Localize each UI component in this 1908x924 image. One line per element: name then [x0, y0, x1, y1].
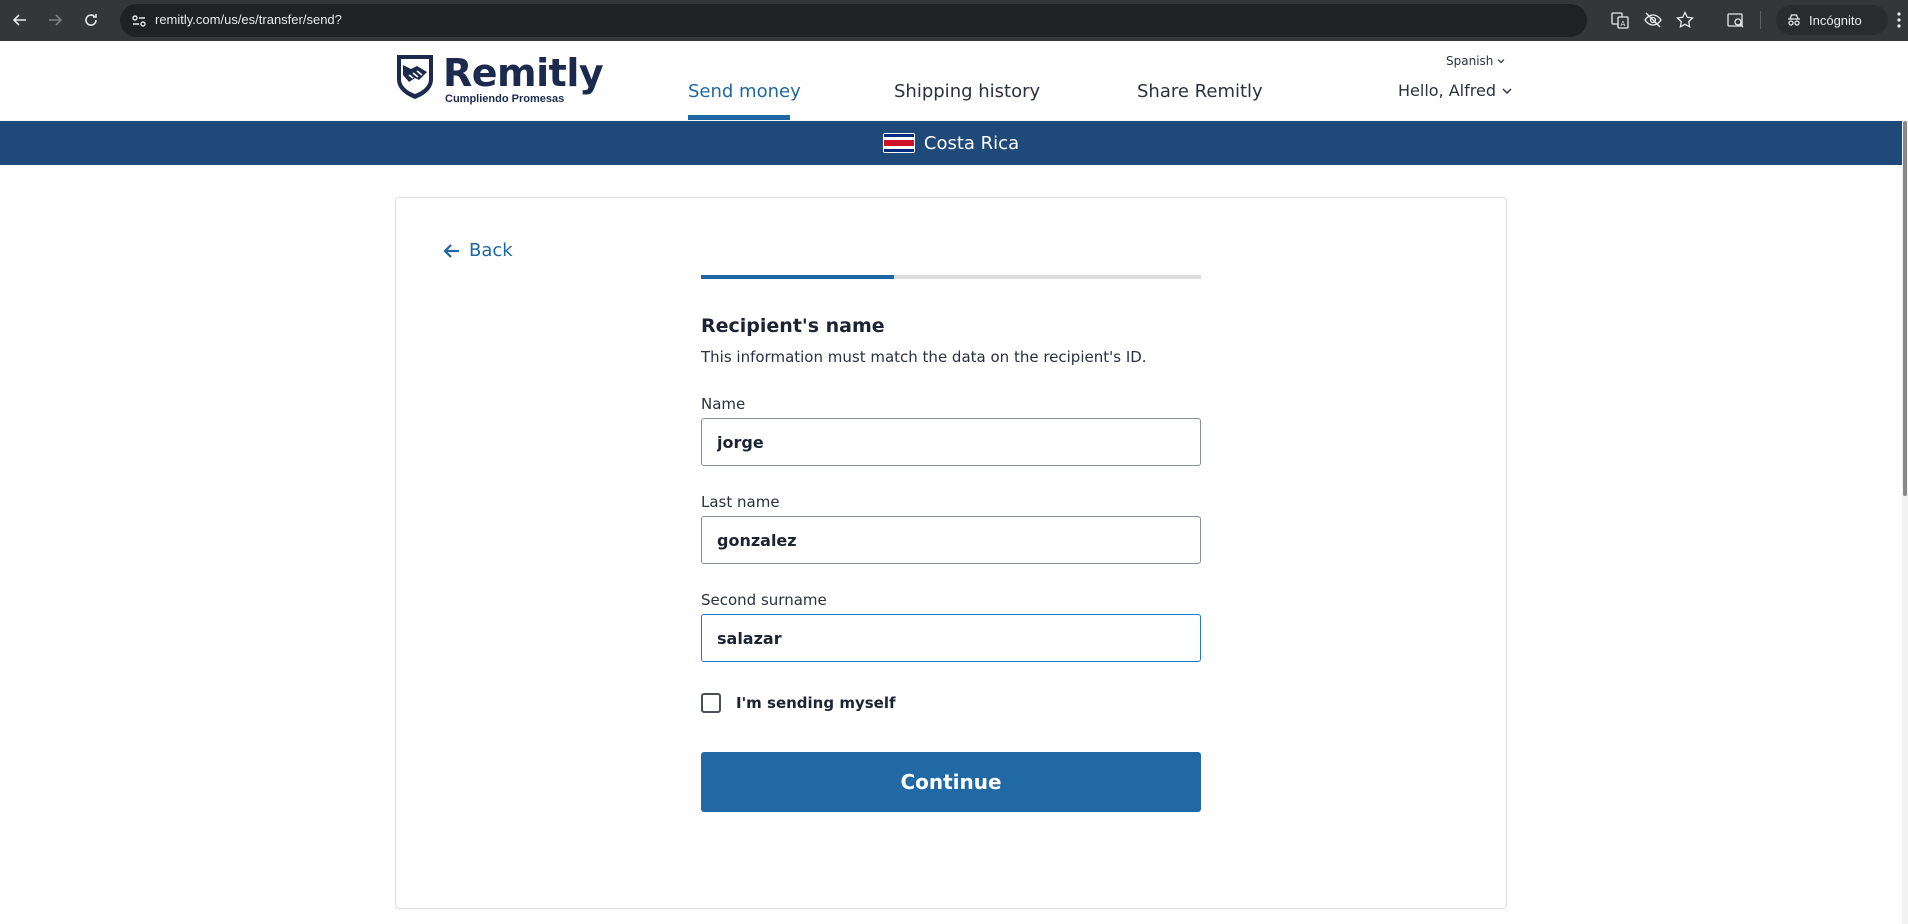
chevron-down-icon	[1497, 59, 1505, 64]
url-text: remitly.com/us/es/transfer/send?	[155, 12, 342, 27]
sending-myself-label[interactable]: I'm sending myself	[736, 694, 896, 712]
last-name-label: Last name	[701, 493, 780, 511]
flag-stripe	[883, 149, 914, 152]
form-title: Recipient's name	[701, 315, 885, 337]
tab-search-icon[interactable]	[1725, 9, 1747, 31]
sending-myself-checkbox[interactable]	[701, 693, 721, 713]
name-label: Name	[701, 395, 746, 413]
svg-text:A: A	[1621, 20, 1626, 28]
eye-off-icon[interactable]	[1642, 9, 1664, 31]
remitly-logo[interactable]: Remitly Cumpliendo Promesas	[395, 51, 604, 105]
reload-icon[interactable]	[79, 8, 103, 32]
browser-toolbar: remitly.com/us/es/transfer/send? A Incóg…	[0, 0, 1908, 41]
back-arrow-icon[interactable]	[8, 8, 32, 32]
forward-arrow-icon[interactable]	[43, 8, 67, 32]
language-selector[interactable]: Spanish	[1446, 54, 1506, 68]
form-subtitle: This information must match the data on …	[701, 348, 1147, 366]
last-name-input[interactable]	[701, 516, 1201, 564]
account-menu[interactable]: Hello, Alfred	[1398, 81, 1513, 100]
second-surname-input[interactable]	[701, 614, 1201, 662]
greeting-label: Hello, Alfred	[1398, 81, 1496, 100]
active-tab-indicator	[688, 115, 790, 120]
country-bar[interactable]: Costa Rica	[0, 121, 1902, 165]
back-link[interactable]: Back	[443, 240, 513, 261]
costa-rica-flag-icon	[882, 133, 915, 153]
toolbar-divider	[1760, 11, 1761, 29]
address-bar[interactable]: remitly.com/us/es/transfer/send?	[120, 4, 1587, 37]
continue-button[interactable]: Continue	[701, 752, 1201, 812]
language-label: Spanish	[1446, 54, 1494, 68]
sending-myself-option[interactable]: I'm sending myself	[701, 693, 896, 713]
star-icon[interactable]	[1674, 9, 1696, 31]
nav-tab-share-remitly[interactable]: Share Remitly	[1137, 81, 1263, 102]
site-header: Remitly Cumpliendo Promesas Send money S…	[0, 41, 1902, 121]
back-label: Back	[469, 240, 513, 261]
incognito-badge[interactable]: Incógnito	[1776, 5, 1888, 35]
nav-tab-shipping-history[interactable]: Shipping history	[894, 81, 1040, 102]
step-progress-bar	[701, 275, 1201, 279]
nav-tab-send-money[interactable]: Send money	[688, 81, 801, 102]
incognito-label: Incógnito	[1809, 12, 1862, 28]
scrollbar-thumb[interactable]	[1903, 121, 1907, 496]
incognito-icon	[1788, 14, 1800, 26]
second-surname-label: Second surname	[701, 591, 827, 609]
name-input[interactable]	[701, 418, 1201, 466]
handshake-shield-icon	[397, 55, 433, 99]
chevron-down-icon	[1502, 88, 1512, 94]
logo-tagline: Cumpliendo Promesas	[445, 93, 565, 105]
translate-icon[interactable]: A	[1609, 9, 1631, 31]
arrow-left-icon	[443, 243, 459, 258]
country-name: Costa Rica	[923, 132, 1020, 154]
kebab-menu-icon[interactable]	[1892, 9, 1906, 31]
logo-wordmark: Remitly	[443, 51, 604, 95]
site-settings-icon[interactable]	[130, 12, 148, 30]
progress-fill	[701, 275, 894, 279]
